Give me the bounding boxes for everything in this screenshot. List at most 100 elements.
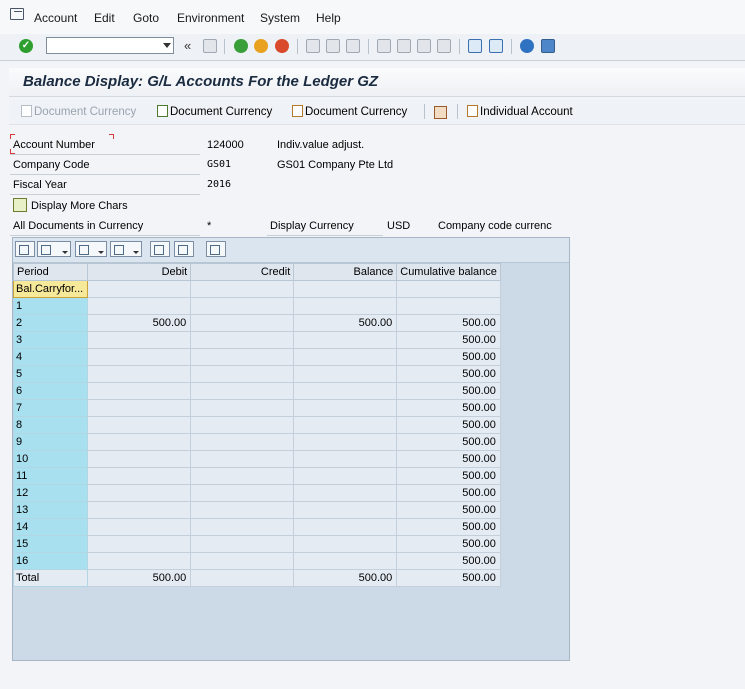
period-cell[interactable]: 1 xyxy=(12,297,89,315)
column-header-balance[interactable]: Balance xyxy=(293,263,398,281)
cumulative-balance-cell[interactable]: 500.00 xyxy=(396,535,501,553)
period-cell[interactable]: 12 xyxy=(12,484,89,502)
credit-cell[interactable] xyxy=(190,484,295,502)
cumulative-balance-cell[interactable]: 500.00 xyxy=(396,331,501,349)
new-session-icon[interactable] xyxy=(468,39,482,53)
cumulative-balance-cell[interactable]: 500.00 xyxy=(396,501,501,519)
cumulative-balance-cell[interactable]: 500.00 xyxy=(396,433,501,451)
period-cell[interactable]: 2 xyxy=(12,314,89,332)
table-row[interactable]: 4 500.00 xyxy=(12,348,501,366)
columns-icon[interactable] xyxy=(150,241,170,257)
balance-cell[interactable] xyxy=(293,331,398,349)
period-cell[interactable]: 15 xyxy=(12,535,89,553)
cumulative-balance-cell[interactable]: 500.00 xyxy=(396,450,501,468)
table-row[interactable]: 15 500.00 xyxy=(12,535,501,553)
menu-environment[interactable]: Environment xyxy=(177,11,244,25)
total-row[interactable]: Total 500.00 500.00 500.00 xyxy=(12,569,501,587)
credit-cell[interactable] xyxy=(190,331,295,349)
table-row[interactable]: 3 500.00 xyxy=(12,331,501,349)
credit-cell[interactable] xyxy=(190,467,295,485)
first-page-icon[interactable] xyxy=(377,39,391,53)
credit-cell[interactable] xyxy=(190,348,295,366)
period-cell[interactable]: 4 xyxy=(12,348,89,366)
table-row[interactable]: 10 500.00 xyxy=(12,450,501,468)
table-row[interactable]: 6 500.00 xyxy=(12,382,501,400)
display-more-chars-button[interactable]: Display More Chars xyxy=(31,200,128,212)
credit-cell[interactable] xyxy=(190,399,295,417)
period-cell[interactable]: 6 xyxy=(12,382,89,400)
balance-cell[interactable] xyxy=(293,399,398,417)
balance-cell[interactable] xyxy=(293,501,398,519)
period-cell[interactable]: Total xyxy=(12,569,89,587)
cumulative-balance-cell[interactable]: 500.00 xyxy=(396,569,501,587)
print-icon[interactable] xyxy=(15,241,35,257)
debit-cell[interactable] xyxy=(87,297,192,315)
collapse-icon[interactable]: « xyxy=(184,38,191,53)
debit-cell[interactable] xyxy=(87,348,192,366)
balance-cell[interactable]: 500.00 xyxy=(293,314,398,332)
period-cell[interactable]: 3 xyxy=(12,331,89,349)
find-next-icon[interactable] xyxy=(346,39,360,53)
debit-cell[interactable] xyxy=(87,399,192,417)
column-header-period[interactable]: Period xyxy=(12,263,89,281)
table-row[interactable]: 2 500.00 500.00 500.00 xyxy=(12,314,501,332)
credit-cell[interactable] xyxy=(190,535,295,553)
column-header-debit[interactable]: Debit xyxy=(87,263,192,281)
information-icon[interactable] xyxy=(206,241,226,257)
print-icon[interactable] xyxy=(306,39,320,53)
debit-cell[interactable] xyxy=(87,382,192,400)
next-page-icon[interactable] xyxy=(417,39,431,53)
balance-cell[interactable] xyxy=(293,552,398,570)
enter-check-icon[interactable]: ✓ xyxy=(19,39,33,53)
find-icon[interactable] xyxy=(326,39,340,53)
credit-cell[interactable] xyxy=(190,552,295,570)
debit-cell[interactable] xyxy=(87,433,192,451)
table-row[interactable]: 8 500.00 xyxy=(12,416,501,434)
menu-account[interactable]: Account xyxy=(34,11,77,25)
table-row[interactable]: 14 500.00 xyxy=(12,518,501,536)
balance-cell[interactable] xyxy=(293,433,398,451)
balance-cell[interactable] xyxy=(293,450,398,468)
balance-cell[interactable] xyxy=(293,348,398,366)
balance-cell[interactable] xyxy=(293,416,398,434)
period-cell[interactable]: 9 xyxy=(12,433,89,451)
cumulative-balance-cell[interactable]: 500.00 xyxy=(396,416,501,434)
menu-help[interactable]: Help xyxy=(316,11,341,25)
table-row[interactable]: 12 500.00 xyxy=(12,484,501,502)
layout-icon[interactable] xyxy=(110,241,142,257)
credit-cell[interactable] xyxy=(190,416,295,434)
debit-cell[interactable] xyxy=(87,535,192,553)
cumulative-balance-cell[interactable]: 500.00 xyxy=(396,467,501,485)
balance-cell[interactable] xyxy=(293,365,398,383)
credit-cell[interactable] xyxy=(190,501,295,519)
cumulative-balance-cell[interactable]: 500.00 xyxy=(396,348,501,366)
table-row[interactable]: 5 500.00 xyxy=(12,365,501,383)
previous-page-icon[interactable] xyxy=(397,39,411,53)
exit-icon[interactable] xyxy=(254,39,268,53)
credit-cell[interactable] xyxy=(190,450,295,468)
column-header-cumulative-balance[interactable]: Cumulative balance xyxy=(396,263,501,281)
cumulative-balance-cell[interactable]: 500.00 xyxy=(396,399,501,417)
shortcut-icon[interactable] xyxy=(489,39,503,53)
table-row[interactable]: 13 500.00 xyxy=(12,501,501,519)
balance-cell[interactable] xyxy=(293,467,398,485)
cumulative-balance-cell[interactable]: 500.00 xyxy=(396,365,501,383)
cumulative-balance-cell[interactable] xyxy=(396,280,501,298)
period-cell[interactable]: 7 xyxy=(12,399,89,417)
period-cell[interactable]: 14 xyxy=(12,518,89,536)
table-row[interactable]: 11 500.00 xyxy=(12,467,501,485)
period-cell[interactable]: 11 xyxy=(12,467,89,485)
currency-conversion-icon[interactable] xyxy=(434,106,447,119)
period-cell[interactable]: 13 xyxy=(12,501,89,519)
customize-layout-icon[interactable] xyxy=(541,39,555,53)
document-currency-button-2[interactable]: Document Currency xyxy=(292,105,407,118)
period-cell[interactable]: 16 xyxy=(12,552,89,570)
back-icon[interactable] xyxy=(234,39,248,53)
balance-cell[interactable] xyxy=(293,535,398,553)
individual-account-button[interactable]: Individual Account xyxy=(467,105,573,118)
views-icon[interactable] xyxy=(37,241,71,257)
balance-cell[interactable] xyxy=(293,518,398,536)
menu-system[interactable]: System xyxy=(260,11,300,25)
balance-cell[interactable] xyxy=(293,484,398,502)
sap-menu-icon[interactable] xyxy=(10,8,24,20)
